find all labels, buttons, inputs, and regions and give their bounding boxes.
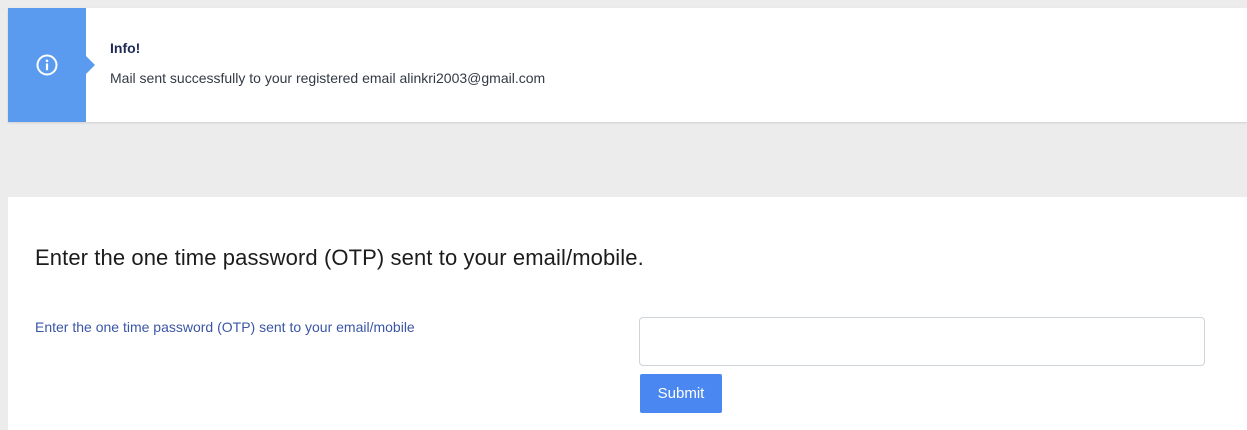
alert-title: Info! [110, 40, 141, 56]
alert-body: Info! Mail sent successfully to your reg… [86, 8, 545, 122]
alert-icon-panel [8, 8, 95, 122]
otp-input[interactable] [639, 317, 1205, 366]
otp-card: Enter the one time password (OTP) sent t… [8, 197, 1247, 430]
info-circle-icon [36, 54, 58, 76]
otp-heading: Enter the one time password (OTP) sent t… [35, 245, 644, 270]
submit-button[interactable]: Submit [640, 374, 722, 413]
info-alert: Info! Mail sent successfully to your reg… [8, 8, 1247, 122]
alert-message: Mail sent successfully to your registere… [110, 70, 546, 86]
otp-field-label: Enter the one time password (OTP) sent t… [35, 319, 415, 335]
